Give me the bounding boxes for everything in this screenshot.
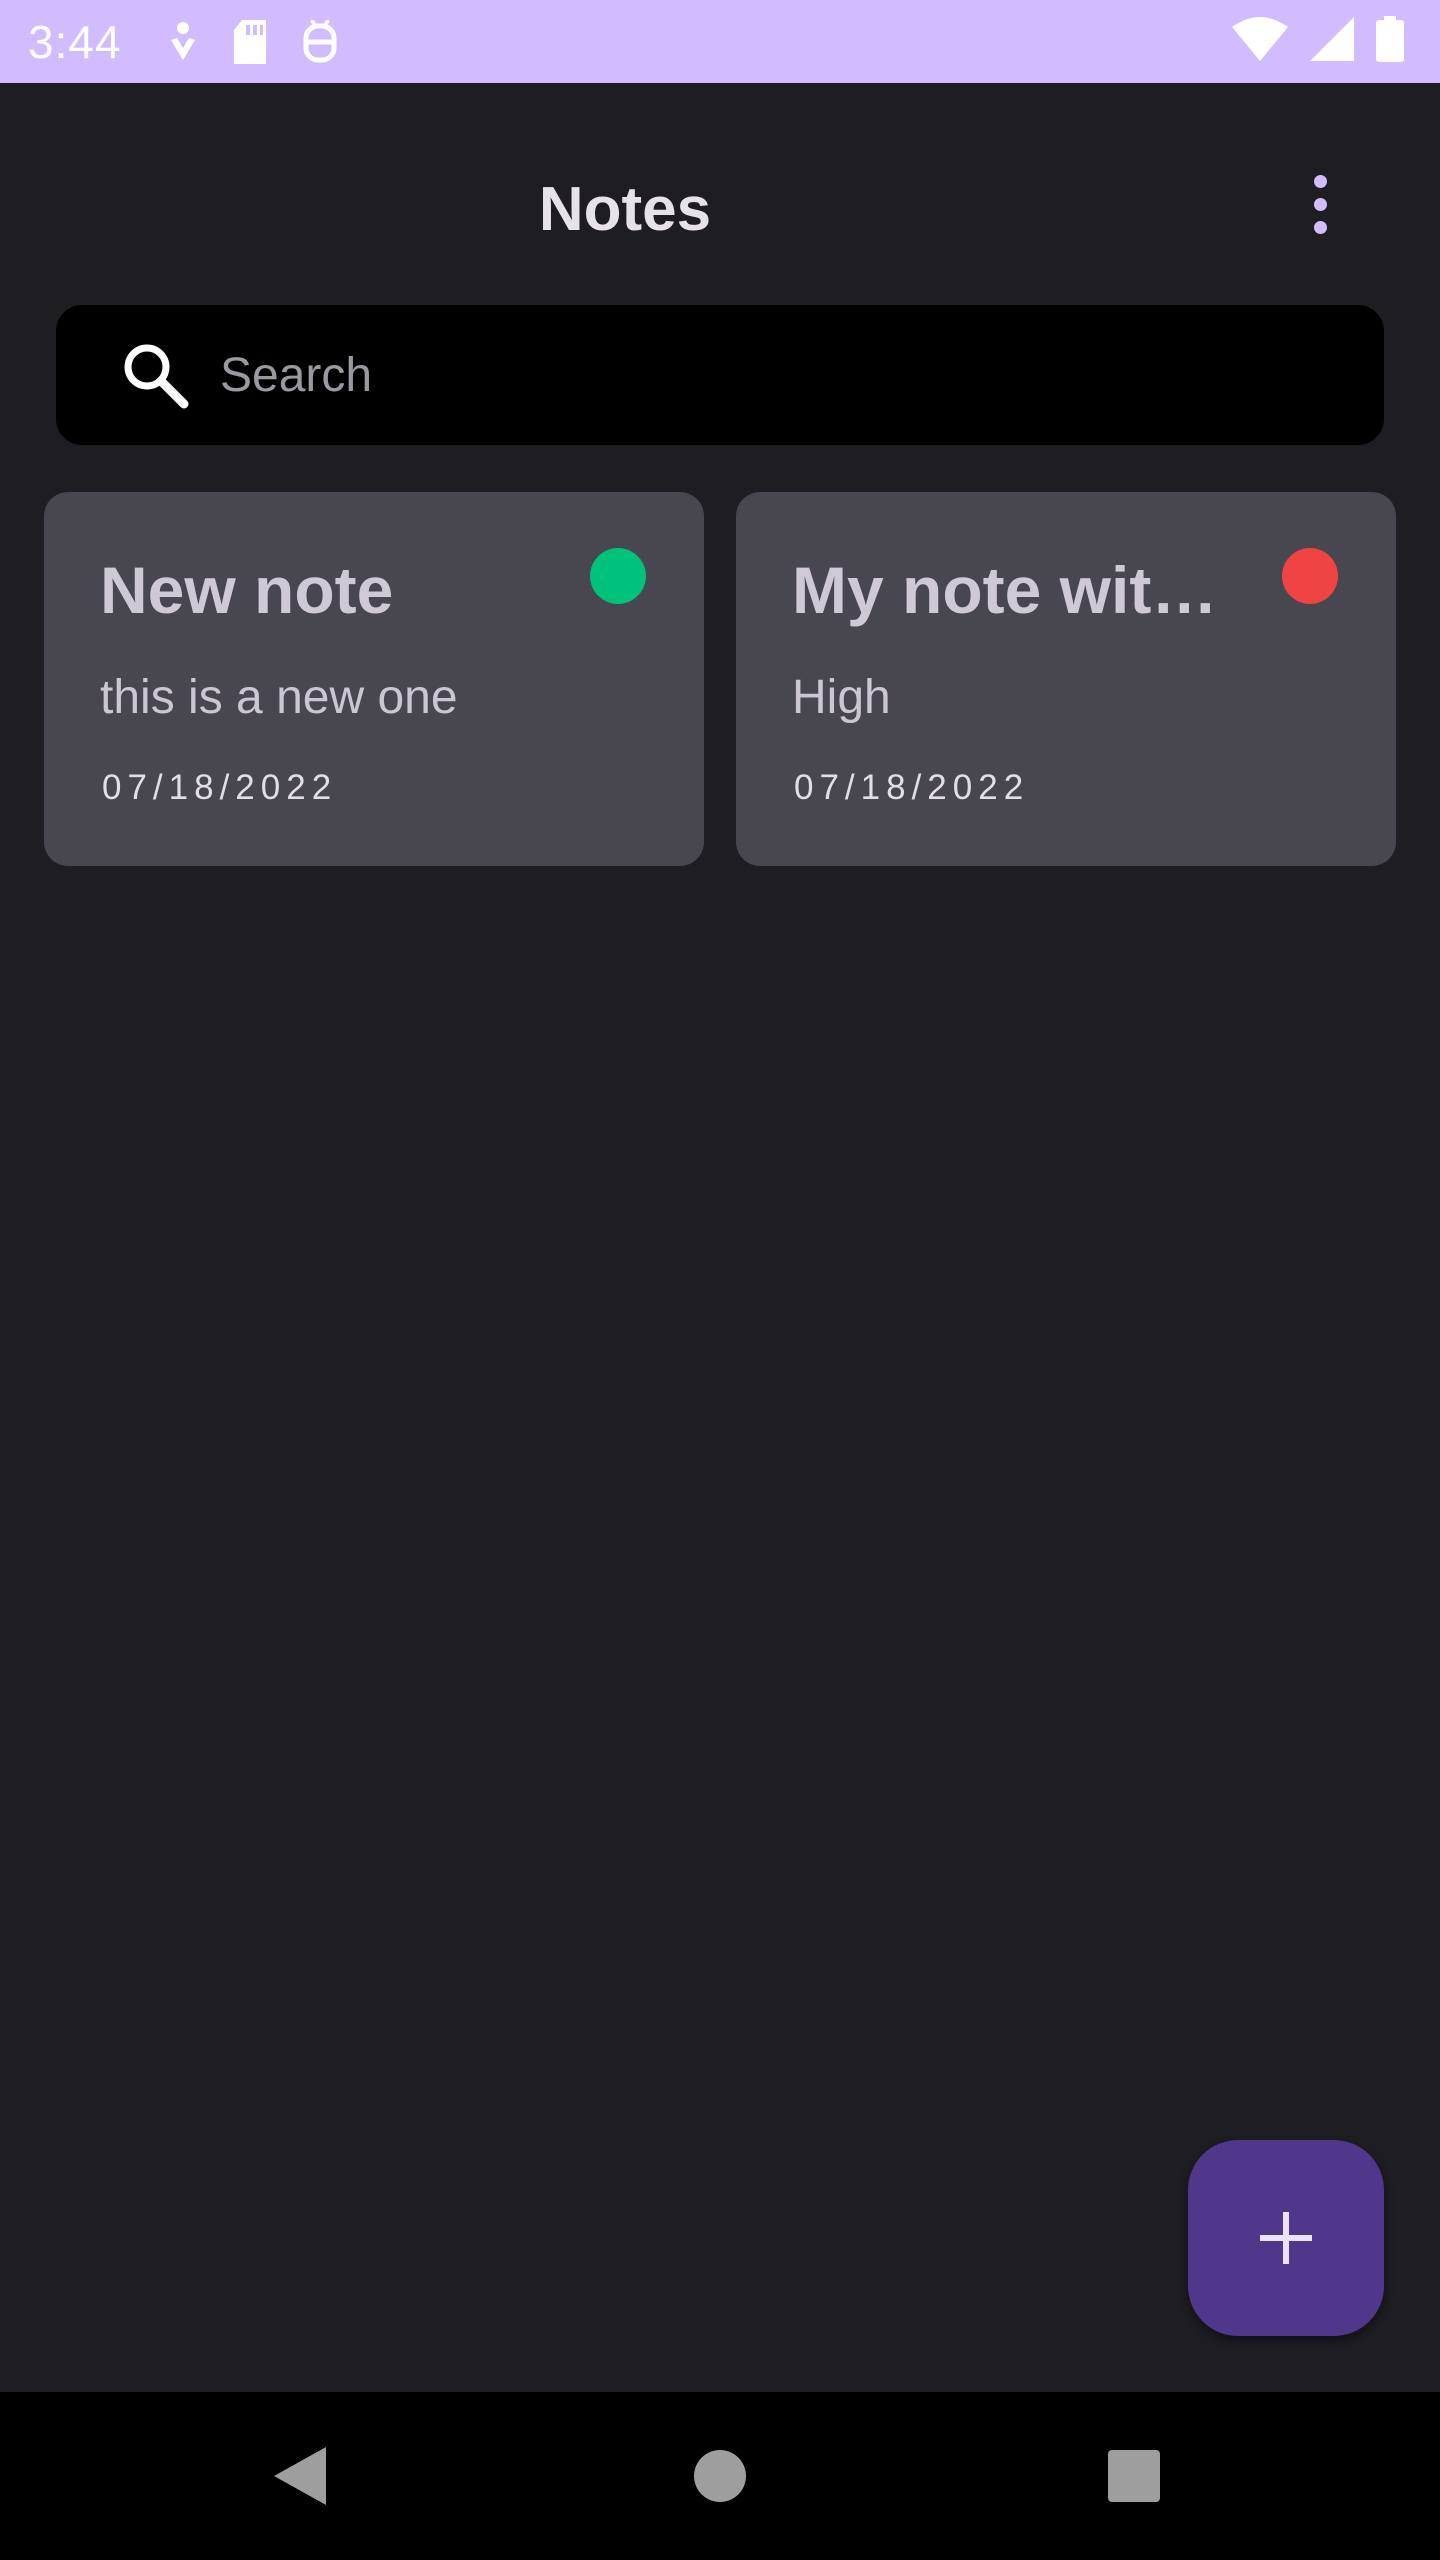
home-icon	[694, 2450, 746, 2502]
plus-icon	[1260, 2212, 1312, 2264]
recents-icon	[1108, 2450, 1160, 2502]
back-icon	[274, 2447, 326, 2505]
sd-card-icon	[232, 19, 268, 64]
app-notification-icon	[302, 19, 338, 64]
note-date: 07/18/2022	[794, 768, 1030, 807]
note-body: this is a new one	[100, 671, 458, 724]
more-options-button[interactable]	[1290, 164, 1350, 244]
notification-icons	[168, 19, 338, 64]
notes-screen: 3:44 Notes Search New note this is a new…	[0, 0, 1440, 2560]
status-bar: 3:44	[0, 0, 1440, 83]
battery-icon	[1376, 16, 1404, 67]
nav-recents-button[interactable]	[1054, 2392, 1214, 2560]
note-body: High	[792, 671, 891, 724]
accessibility-notification-icon	[168, 20, 198, 64]
search-icon	[124, 344, 189, 409]
note-card[interactable]: New note this is a new one 07/18/2022	[44, 492, 704, 866]
wifi-icon	[1232, 17, 1288, 66]
more-options-icon-dot	[1313, 197, 1327, 211]
nav-back-button[interactable]	[220, 2392, 380, 2560]
note-title: New note	[100, 553, 394, 627]
priority-indicator	[1282, 548, 1338, 604]
note-card[interactable]: My note wit… High 07/18/2022	[736, 492, 1396, 866]
system-status-icons	[1232, 0, 1404, 83]
cellular-signal-icon	[1310, 17, 1354, 66]
more-options-icon	[1313, 174, 1327, 188]
note-title: My note wit…	[792, 553, 1218, 627]
page-title: Notes	[538, 175, 712, 244]
note-date: 07/18/2022	[102, 768, 338, 807]
nav-home-button[interactable]	[640, 2392, 800, 2560]
priority-indicator	[590, 548, 646, 604]
add-note-button[interactable]	[1188, 2140, 1384, 2336]
status-time: 3:44	[28, 15, 122, 68]
search-input[interactable]	[220, 347, 1320, 403]
search-bar[interactable]	[56, 305, 1384, 445]
system-navigation-bar	[0, 2392, 1440, 2560]
more-options-icon-dot	[1313, 220, 1327, 234]
